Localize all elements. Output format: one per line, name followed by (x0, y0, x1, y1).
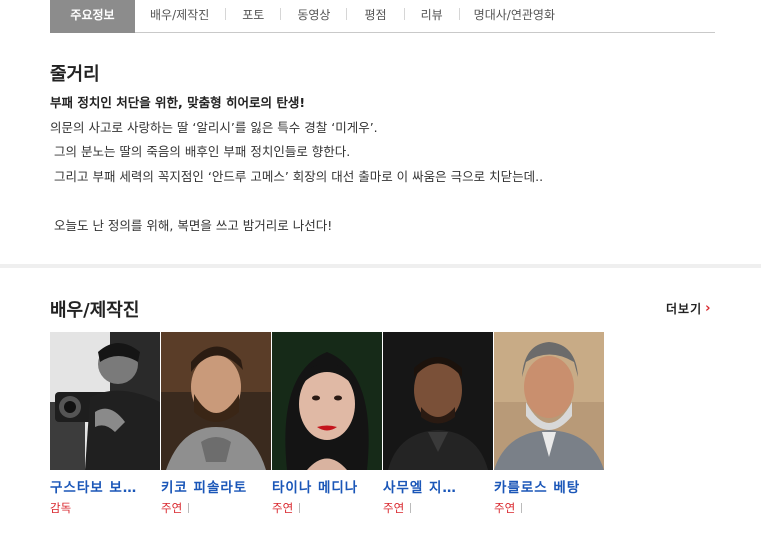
cast-role: 주연 (161, 500, 272, 516)
role-separator (188, 503, 190, 513)
synopsis-text: 부패 정치인 처단을 위한, 맞춤형 히어로의 탄생! 의문의 사고로 사랑하는… (50, 93, 730, 240)
synopsis-title: 줄거리 (50, 64, 100, 85)
tab-separator (346, 7, 348, 20)
tab-main-info[interactable]: 주요정보 (50, 0, 135, 33)
synopsis-line: 오늘도 난 정의를 위해, 복면을 쓰고 밤거리로 나선다! (50, 217, 333, 233)
tab-separator (458, 7, 460, 20)
tab-video[interactable]: 동영상 (297, 0, 330, 33)
tab-bar: 주요정보 배우/제작진 포토 동영상 평점 리뷰 명대사/연관영화 (50, 0, 715, 33)
cast-role-label: 주연 (161, 501, 183, 515)
role-separator (299, 503, 301, 513)
cast-photo[interactable] (494, 332, 604, 470)
cast-name[interactable]: 타이나 메디나 (272, 476, 380, 496)
tab-separator (280, 7, 282, 20)
cast-card[interactable]: 카를로스 베탕 주연 (494, 332, 605, 516)
tab-separator (403, 7, 405, 20)
cast-role-label: 감독 (50, 501, 72, 515)
synopsis-tagline: 부패 정치인 처단을 위한, 맞춤형 히어로의 탄생! (50, 95, 306, 110)
actress-photo (272, 332, 382, 470)
cast-role: 주연 (383, 500, 494, 516)
chevron-right-icon: › (705, 301, 712, 316)
cast-role-label: 주연 (383, 501, 405, 515)
section-divider (0, 264, 761, 268)
cast-photo[interactable] (50, 332, 160, 470)
synopsis-line: 의문의 사고로 사랑하는 딸 ‘알리시’를 잃은 특수 경찰 ‘미게우’. (50, 119, 378, 135)
actor-photo (494, 332, 604, 470)
cast-role: 감독 (50, 500, 161, 516)
cast-name[interactable]: 키코 피솔라토 (161, 476, 269, 496)
tab-rating[interactable]: 평점 (364, 0, 386, 33)
tab-cast-crew[interactable]: 배우/제작진 (150, 0, 209, 33)
cast-card[interactable]: 구스타보 보… 감독 (50, 332, 161, 516)
tab-review[interactable]: 리뷰 (421, 0, 443, 33)
actor-photo (383, 332, 493, 470)
synopsis-line: 그의 분노는 딸의 죽음의 배후인 부패 정치인들로 향한다. (50, 144, 351, 159)
tab-quotes-related[interactable]: 명대사/연관영화 (474, 0, 555, 33)
cast-role: 주연 (494, 500, 605, 516)
cast-name[interactable]: 구스타보 보… (50, 476, 158, 496)
cast-name[interactable]: 사무엘 지… (383, 476, 491, 496)
cast-role-label: 주연 (272, 501, 294, 515)
tab-separator (225, 7, 227, 20)
actor-photo (161, 332, 271, 470)
more-button[interactable]: 더보기 › (666, 300, 711, 317)
cast-photo[interactable] (272, 332, 382, 470)
synopsis-line: 그리고 부패 세력의 꼭지점인 ‘안드루 고메스’ 회장의 대선 출마로 이 싸… (50, 168, 544, 184)
cast-photo[interactable] (161, 332, 271, 470)
more-label: 더보기 (666, 302, 703, 316)
cast-role: 주연 (272, 500, 383, 516)
cast-card[interactable]: 사무엘 지… 주연 (383, 332, 494, 516)
tab-photo[interactable]: 포토 (242, 0, 264, 33)
cast-card[interactable]: 키코 피솔라토 주연 (161, 332, 272, 516)
role-separator (521, 503, 523, 513)
cast-role-label: 주연 (494, 501, 516, 515)
cast-name[interactable]: 카를로스 베탕 (494, 476, 602, 496)
cast-list: 구스타보 보… 감독 키코 피솔라토 주연 타이나 메디나 주연 사무엘 지… … (50, 332, 605, 516)
cast-section-title: 배우/제작진 (50, 300, 140, 321)
cast-photo[interactable] (383, 332, 493, 470)
director-photo (50, 332, 160, 470)
cast-card[interactable]: 타이나 메디나 주연 (272, 332, 383, 516)
synopsis-line (50, 191, 730, 216)
role-separator (410, 503, 412, 513)
